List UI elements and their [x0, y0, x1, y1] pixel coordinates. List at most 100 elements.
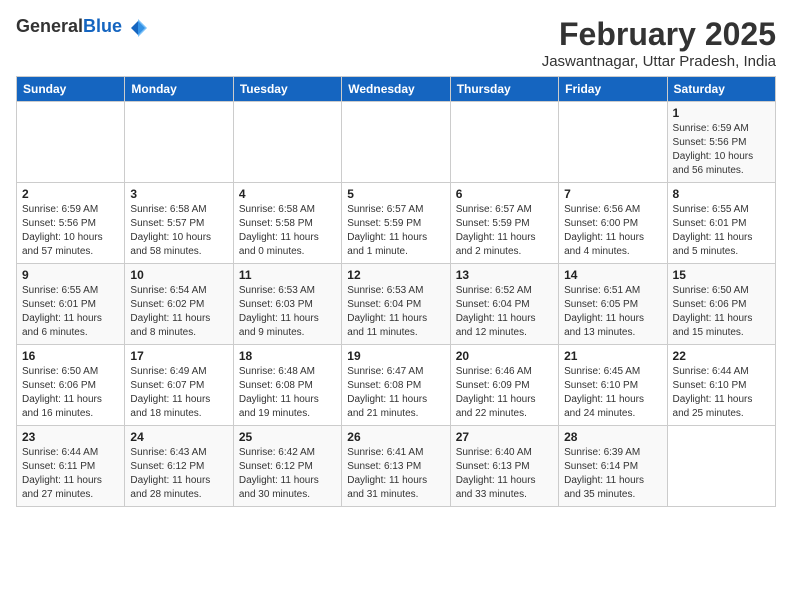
day-number: 15: [673, 268, 770, 282]
calendar-cell: 21 Sunrise: 6:45 AM Sunset: 6:10 PM Dayli…: [559, 345, 667, 426]
calendar-cell: 2 Sunrise: 6:59 AM Sunset: 5:56 PM Daylig…: [17, 183, 125, 264]
day-number: 4: [239, 187, 336, 201]
calendar-cell: 24 Sunrise: 6:43 AM Sunset: 6:12 PM Dayli…: [125, 426, 233, 507]
weekday-row: SundayMondayTuesdayWednesdayThursdayFrid…: [17, 77, 776, 102]
day-number: 24: [130, 430, 227, 444]
calendar-cell: 26 Sunrise: 6:41 AM Sunset: 6:13 PM Dayli…: [342, 426, 450, 507]
weekday-header-tuesday: Tuesday: [233, 77, 341, 102]
day-info: Sunrise: 6:47 AM Sunset: 6:08 PM Dayligh…: [347, 365, 444, 421]
logo: GeneralBlue: [16, 16, 147, 37]
calendar-cell: [667, 426, 775, 507]
calendar-cell: 19Sunrise: 6:47 AM Sunset: 6:08 PM Dayli…: [342, 345, 450, 426]
weekday-header-monday: Monday: [125, 77, 233, 102]
day-number: 14: [564, 268, 661, 282]
day-number: 9: [22, 268, 119, 282]
calendar-cell: 8Sunrise: 6:55 AM Sunset: 6:01 PM Daylig…: [667, 183, 775, 264]
day-info: Sunrise: 6:58 AM Sunset: 5:58 PM Dayligh…: [239, 203, 336, 259]
calendar-cell: 22 Sunrise: 6:44 AM Sunset: 6:10 PM Dayli…: [667, 345, 775, 426]
calendar-week-3: 16 Sunrise: 6:50 AM Sunset: 6:06 PM Dayli…: [17, 345, 776, 426]
day-info: Sunrise: 6:53 AM Sunset: 6:04 PM Dayligh…: [347, 284, 444, 340]
calendar-cell: 28Sunrise: 6:39 AM Sunset: 6:14 PM Dayli…: [559, 426, 667, 507]
calendar-cell: 1 Sunrise: 6:59 AM Sunset: 5:56 PM Daylig…: [667, 102, 775, 183]
calendar-cell: [233, 102, 341, 183]
logo-blue: Blue: [83, 16, 122, 36]
calendar-cell: [125, 102, 233, 183]
calendar-cell: 13 Sunrise: 6:52 AM Sunset: 6:04 PM Dayli…: [450, 264, 558, 345]
calendar-header: SundayMondayTuesdayWednesdayThursdayFrid…: [17, 77, 776, 102]
day-info: Sunrise: 6:50 AM Sunset: 6:06 PM Dayligh…: [673, 284, 770, 340]
day-info: Sunrise: 6:43 AM Sunset: 6:12 PM Dayligh…: [130, 446, 227, 502]
day-number: 1: [673, 106, 770, 120]
calendar-cell: 16 Sunrise: 6:50 AM Sunset: 6:06 PM Dayli…: [17, 345, 125, 426]
day-info: Sunrise: 6:54 AM Sunset: 6:02 PM Dayligh…: [130, 284, 227, 340]
page-header: GeneralBlue February 2025 Jaswantnagar, …: [16, 16, 776, 70]
calendar-cell: 17Sunrise: 6:49 AM Sunset: 6:07 PM Dayli…: [125, 345, 233, 426]
calendar-body: 1 Sunrise: 6:59 AM Sunset: 5:56 PM Daylig…: [17, 102, 776, 507]
main-title: February 2025: [542, 16, 776, 53]
day-info: Sunrise: 6:46 AM Sunset: 6:09 PM Dayligh…: [456, 365, 553, 421]
subtitle: Jaswantnagar, Uttar Pradesh, India: [542, 53, 776, 70]
logo-general: General: [16, 16, 83, 36]
day-info: Sunrise: 6:44 AM Sunset: 6:11 PM Dayligh…: [22, 446, 119, 502]
calendar-week-4: 23 Sunrise: 6:44 AM Sunset: 6:11 PM Dayli…: [17, 426, 776, 507]
day-number: 12: [347, 268, 444, 282]
day-number: 11: [239, 268, 336, 282]
day-number: 18: [239, 349, 336, 363]
calendar-cell: 5Sunrise: 6:57 AM Sunset: 5:59 PM Daylig…: [342, 183, 450, 264]
calendar-cell: 25Sunrise: 6:42 AM Sunset: 6:12 PM Dayli…: [233, 426, 341, 507]
day-info: Sunrise: 6:58 AM Sunset: 5:57 PM Dayligh…: [130, 203, 227, 259]
calendar-cell: 4 Sunrise: 6:58 AM Sunset: 5:58 PM Daylig…: [233, 183, 341, 264]
day-number: 13: [456, 268, 553, 282]
calendar-week-1: 2 Sunrise: 6:59 AM Sunset: 5:56 PM Daylig…: [17, 183, 776, 264]
calendar-cell: [342, 102, 450, 183]
day-number: 26: [347, 430, 444, 444]
calendar-cell: [17, 102, 125, 183]
day-info: Sunrise: 6:48 AM Sunset: 6:08 PM Dayligh…: [239, 365, 336, 421]
day-info: Sunrise: 6:45 AM Sunset: 6:10 PM Dayligh…: [564, 365, 661, 421]
day-number: 17: [130, 349, 227, 363]
weekday-header-sunday: Sunday: [17, 77, 125, 102]
day-number: 8: [673, 187, 770, 201]
calendar-cell: 9 Sunrise: 6:55 AM Sunset: 6:01 PM Daylig…: [17, 264, 125, 345]
weekday-header-friday: Friday: [559, 77, 667, 102]
calendar-cell: [559, 102, 667, 183]
calendar-cell: 15 Sunrise: 6:50 AM Sunset: 6:06 PM Dayli…: [667, 264, 775, 345]
day-number: 23: [22, 430, 119, 444]
calendar-cell: 20 Sunrise: 6:46 AM Sunset: 6:09 PM Dayli…: [450, 345, 558, 426]
day-number: 7: [564, 187, 661, 201]
calendar-week-0: 1 Sunrise: 6:59 AM Sunset: 5:56 PM Daylig…: [17, 102, 776, 183]
calendar-week-2: 9 Sunrise: 6:55 AM Sunset: 6:01 PM Daylig…: [17, 264, 776, 345]
weekday-header-saturday: Saturday: [667, 77, 775, 102]
day-info: Sunrise: 6:59 AM Sunset: 5:56 PM Dayligh…: [22, 203, 119, 259]
calendar-cell: 12 Sunrise: 6:53 AM Sunset: 6:04 PM Dayli…: [342, 264, 450, 345]
title-block: February 2025 Jaswantnagar, Uttar Prades…: [542, 16, 776, 70]
calendar-cell: 6Sunrise: 6:57 AM Sunset: 5:59 PM Daylig…: [450, 183, 558, 264]
day-info: Sunrise: 6:59 AM Sunset: 5:56 PM Dayligh…: [673, 122, 770, 178]
day-number: 20: [456, 349, 553, 363]
day-info: Sunrise: 6:53 AM Sunset: 6:03 PM Dayligh…: [239, 284, 336, 340]
day-number: 16: [22, 349, 119, 363]
day-info: Sunrise: 6:51 AM Sunset: 6:05 PM Dayligh…: [564, 284, 661, 340]
calendar-table: SundayMondayTuesdayWednesdayThursdayFrid…: [16, 76, 776, 507]
calendar-cell: 3 Sunrise: 6:58 AM Sunset: 5:57 PM Daylig…: [125, 183, 233, 264]
calendar-cell: 23 Sunrise: 6:44 AM Sunset: 6:11 PM Dayli…: [17, 426, 125, 507]
calendar-cell: 14 Sunrise: 6:51 AM Sunset: 6:05 PM Dayli…: [559, 264, 667, 345]
weekday-header-wednesday: Wednesday: [342, 77, 450, 102]
day-number: 2: [22, 187, 119, 201]
day-info: Sunrise: 6:44 AM Sunset: 6:10 PM Dayligh…: [673, 365, 770, 421]
day-number: 25: [239, 430, 336, 444]
day-info: Sunrise: 6:41 AM Sunset: 6:13 PM Dayligh…: [347, 446, 444, 502]
logo-icon: [129, 19, 147, 37]
day-number: 21: [564, 349, 661, 363]
calendar-cell: 7Sunrise: 6:56 AM Sunset: 6:00 PM Daylig…: [559, 183, 667, 264]
day-number: 6: [456, 187, 553, 201]
day-info: Sunrise: 6:52 AM Sunset: 6:04 PM Dayligh…: [456, 284, 553, 340]
day-number: 27: [456, 430, 553, 444]
day-number: 28: [564, 430, 661, 444]
day-number: 3: [130, 187, 227, 201]
calendar-cell: 11 Sunrise: 6:53 AM Sunset: 6:03 PM Dayli…: [233, 264, 341, 345]
day-info: Sunrise: 6:57 AM Sunset: 5:59 PM Dayligh…: [347, 203, 444, 259]
day-number: 22: [673, 349, 770, 363]
day-info: Sunrise: 6:50 AM Sunset: 6:06 PM Dayligh…: [22, 365, 119, 421]
day-info: Sunrise: 6:55 AM Sunset: 6:01 PM Dayligh…: [22, 284, 119, 340]
